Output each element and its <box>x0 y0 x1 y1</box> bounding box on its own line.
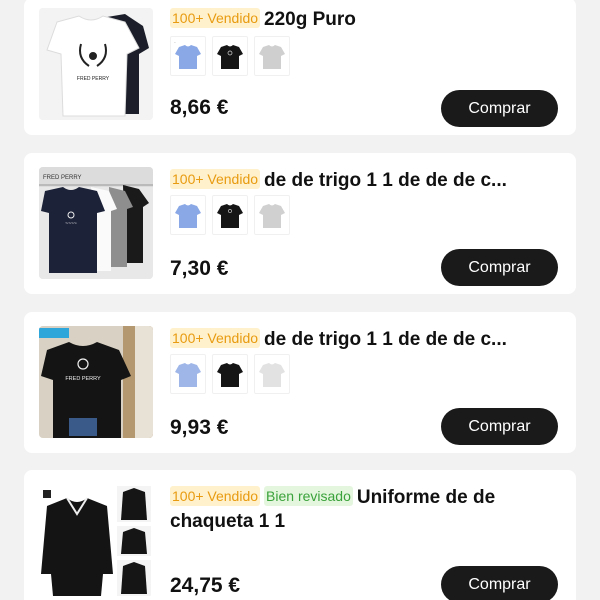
grey-tee-icon <box>259 45 285 69</box>
product-price: 9,93 € <box>170 416 229 439</box>
product-title[interactable]: de de trigo 1 1 de de de c... <box>264 170 507 191</box>
svg-text:~: ~ <box>174 40 176 44</box>
product-title-line[interactable]: 100+ Vendido Bien revisado Uniforme de de … <box>170 486 560 534</box>
black-tee-icon <box>217 363 243 387</box>
svg-text:~~~~: ~~~~ <box>65 221 77 227</box>
product-image[interactable] <box>39 484 153 596</box>
product-image[interactable]: FRED PERRY <box>39 326 153 438</box>
thumb-brand-text: FRED PERRY <box>77 76 110 82</box>
swatch-white[interactable] <box>254 354 290 394</box>
light-blue-tee-icon: ~ <box>174 40 201 69</box>
product-title-line[interactable]: 100+ Vendido 220g Puro <box>170 8 560 32</box>
buy-button[interactable]: Comprar <box>441 408 558 445</box>
product-card[interactable]: ~~~~ FRED PERRY 100+ Vendido de de trigo … <box>24 153 576 294</box>
swatch-black[interactable] <box>212 354 248 394</box>
product-price: 7,30 € <box>170 257 229 280</box>
product-card[interactable]: FRED PERRY 100+ Vendido 220g Puro ~ 8,66 … <box>24 0 576 135</box>
sold-badge: 100+ Vendido <box>170 169 261 189</box>
product-price: 24,75 € <box>170 574 241 597</box>
swatch-black[interactable] <box>212 36 248 76</box>
product-title-line[interactable]: 100+ Vendido de de trigo 1 1 de de de c..… <box>170 169 560 193</box>
product-title-line[interactable]: 100+ Vendido de de trigo 1 1 de de de c..… <box>170 328 560 352</box>
buy-button[interactable]: Comprar <box>441 90 558 127</box>
swatch-grey[interactable] <box>254 195 290 235</box>
product-title[interactable]: 220g Puro <box>264 9 356 30</box>
product-image[interactable]: FRED PERRY <box>39 8 153 120</box>
product-price: 8,66 € <box>170 96 229 119</box>
white-tee-icon <box>259 363 285 387</box>
product-title[interactable]: de de trigo 1 1 de de de c... <box>264 329 507 350</box>
swatch-light-blue[interactable] <box>170 354 206 394</box>
light-blue-tee-icon <box>175 204 201 228</box>
review-badge: Bien revisado <box>264 486 353 506</box>
swatch-light-blue[interactable]: ~ <box>170 36 206 76</box>
sold-badge: 100+ Vendido <box>170 328 261 348</box>
thumb-brand-text: FRED PERRY <box>65 376 101 382</box>
buy-button[interactable]: Comprar <box>441 249 558 286</box>
sold-badge: 100+ Vendido <box>170 8 261 28</box>
product-card[interactable]: FRED PERRY 100+ Vendido de de trigo 1 1 d… <box>24 312 576 453</box>
black-tee-icon <box>217 45 243 69</box>
black-tee-icon <box>217 204 243 228</box>
thumb-brand-text: FRED PERRY <box>43 175 82 181</box>
buy-button[interactable]: Comprar <box>441 566 558 600</box>
product-image[interactable]: ~~~~ FRED PERRY <box>39 167 153 279</box>
swatch-black[interactable] <box>212 195 248 235</box>
sold-badge: 100+ Vendido <box>170 486 261 506</box>
swatch-grey[interactable] <box>254 36 290 76</box>
product-card[interactable]: 100+ Vendido Bien revisado Uniforme de de … <box>24 470 576 600</box>
swatch-light-blue[interactable] <box>170 195 206 235</box>
grey-tee-icon <box>259 204 285 228</box>
light-blue-tee-icon <box>175 363 201 387</box>
